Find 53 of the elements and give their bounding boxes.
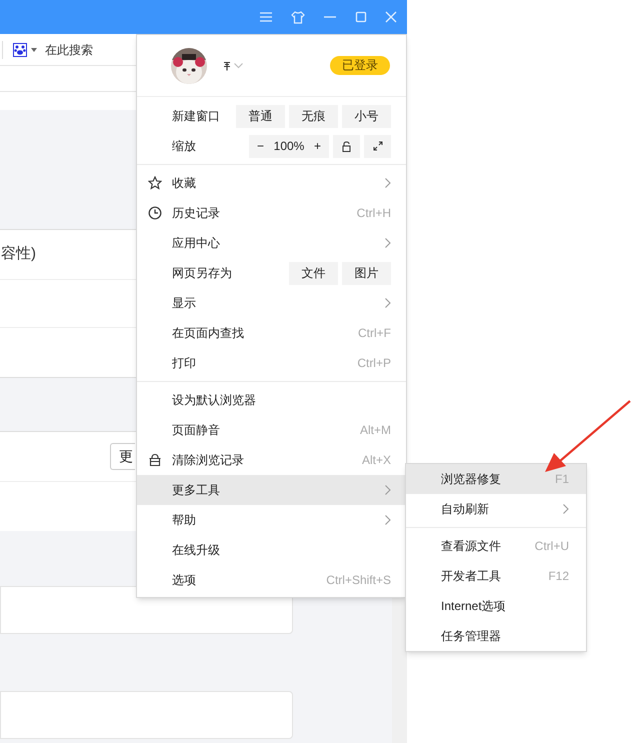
expand-icon	[372, 141, 382, 151]
menu-item[interactable]: 历史记录 Ctrl+H	[137, 198, 406, 228]
menu-item[interactable]: 在线升级	[137, 535, 406, 565]
option-button[interactable]: 小号	[342, 104, 391, 128]
chevron-right-icon	[385, 238, 391, 248]
action-button[interactable]: 更	[110, 443, 135, 470]
menu-item[interactable]: 应用中心	[137, 228, 406, 258]
option-text: 容性)	[1, 244, 36, 264]
option-button[interactable]: 图片	[342, 262, 391, 284]
option-button[interactable]: 无痕	[289, 104, 338, 128]
menu-item[interactable]: 帮助	[137, 505, 406, 535]
chevron-right-icon	[385, 178, 391, 188]
chevron-right-icon	[385, 298, 391, 308]
star-icon	[148, 176, 162, 190]
fullscreen-button[interactable]	[364, 134, 391, 158]
maximize-icon[interactable]	[355, 11, 367, 23]
menu-item[interactable]: 更多工具	[137, 475, 406, 505]
option-button[interactable]: 普通	[236, 104, 285, 128]
menu-item[interactable]: Internet选项	[406, 591, 586, 621]
chevron-down-icon[interactable]	[234, 62, 243, 68]
option-button[interactable]: 文件	[289, 262, 338, 284]
menu-item[interactable]: 查看源文件 Ctrl+U	[406, 531, 586, 561]
menu-item[interactable]: 收藏	[137, 168, 406, 198]
close-icon[interactable]	[385, 11, 397, 23]
search-field[interactable]: 在此搜索	[45, 40, 93, 58]
menu-item[interactable]: 浏览器修复 F1	[406, 464, 586, 494]
chevron-right-icon	[385, 515, 391, 525]
lock-icon	[342, 140, 351, 152]
menu-item[interactable]: 设为默认浏览器	[137, 385, 406, 415]
menu-label: 新建窗口	[172, 108, 220, 125]
clock-icon	[148, 206, 162, 220]
menu-item[interactable]: 在页面内查找 Ctrl+F	[137, 318, 406, 348]
menu-item[interactable]: 选项 Ctrl+Shift+S	[137, 565, 406, 595]
menu-item[interactable]: 打印 Ctrl+P	[137, 348, 406, 378]
menu-item[interactable]: 任务管理器	[406, 621, 586, 651]
basket-icon	[148, 453, 162, 467]
lock-button[interactable]	[333, 134, 360, 158]
zoom-control[interactable]: − 100% +	[249, 134, 329, 158]
chevron-right-icon	[385, 485, 391, 495]
menu-label: 缩放	[172, 138, 196, 155]
shirt-icon[interactable]	[291, 10, 305, 24]
login-badge[interactable]: 已登录	[330, 56, 390, 75]
menu-item[interactable]: 显示	[137, 288, 406, 318]
caret-icon[interactable]	[31, 48, 37, 52]
menu-item[interactable]: 自动刷新	[406, 494, 586, 524]
user-glyph-icon	[223, 60, 231, 70]
menu-label: 网页另存为	[172, 265, 232, 282]
paw-icon[interactable]	[13, 42, 27, 56]
menu-item[interactable]: 开发者工具 F12	[406, 561, 586, 591]
menu-item[interactable]: 清除浏览记录 Alt+X	[137, 445, 406, 475]
menu-icon[interactable]	[259, 11, 273, 23]
menu-item[interactable]: 页面静音 Alt+M	[137, 415, 406, 445]
chevron-right-icon	[563, 504, 569, 514]
